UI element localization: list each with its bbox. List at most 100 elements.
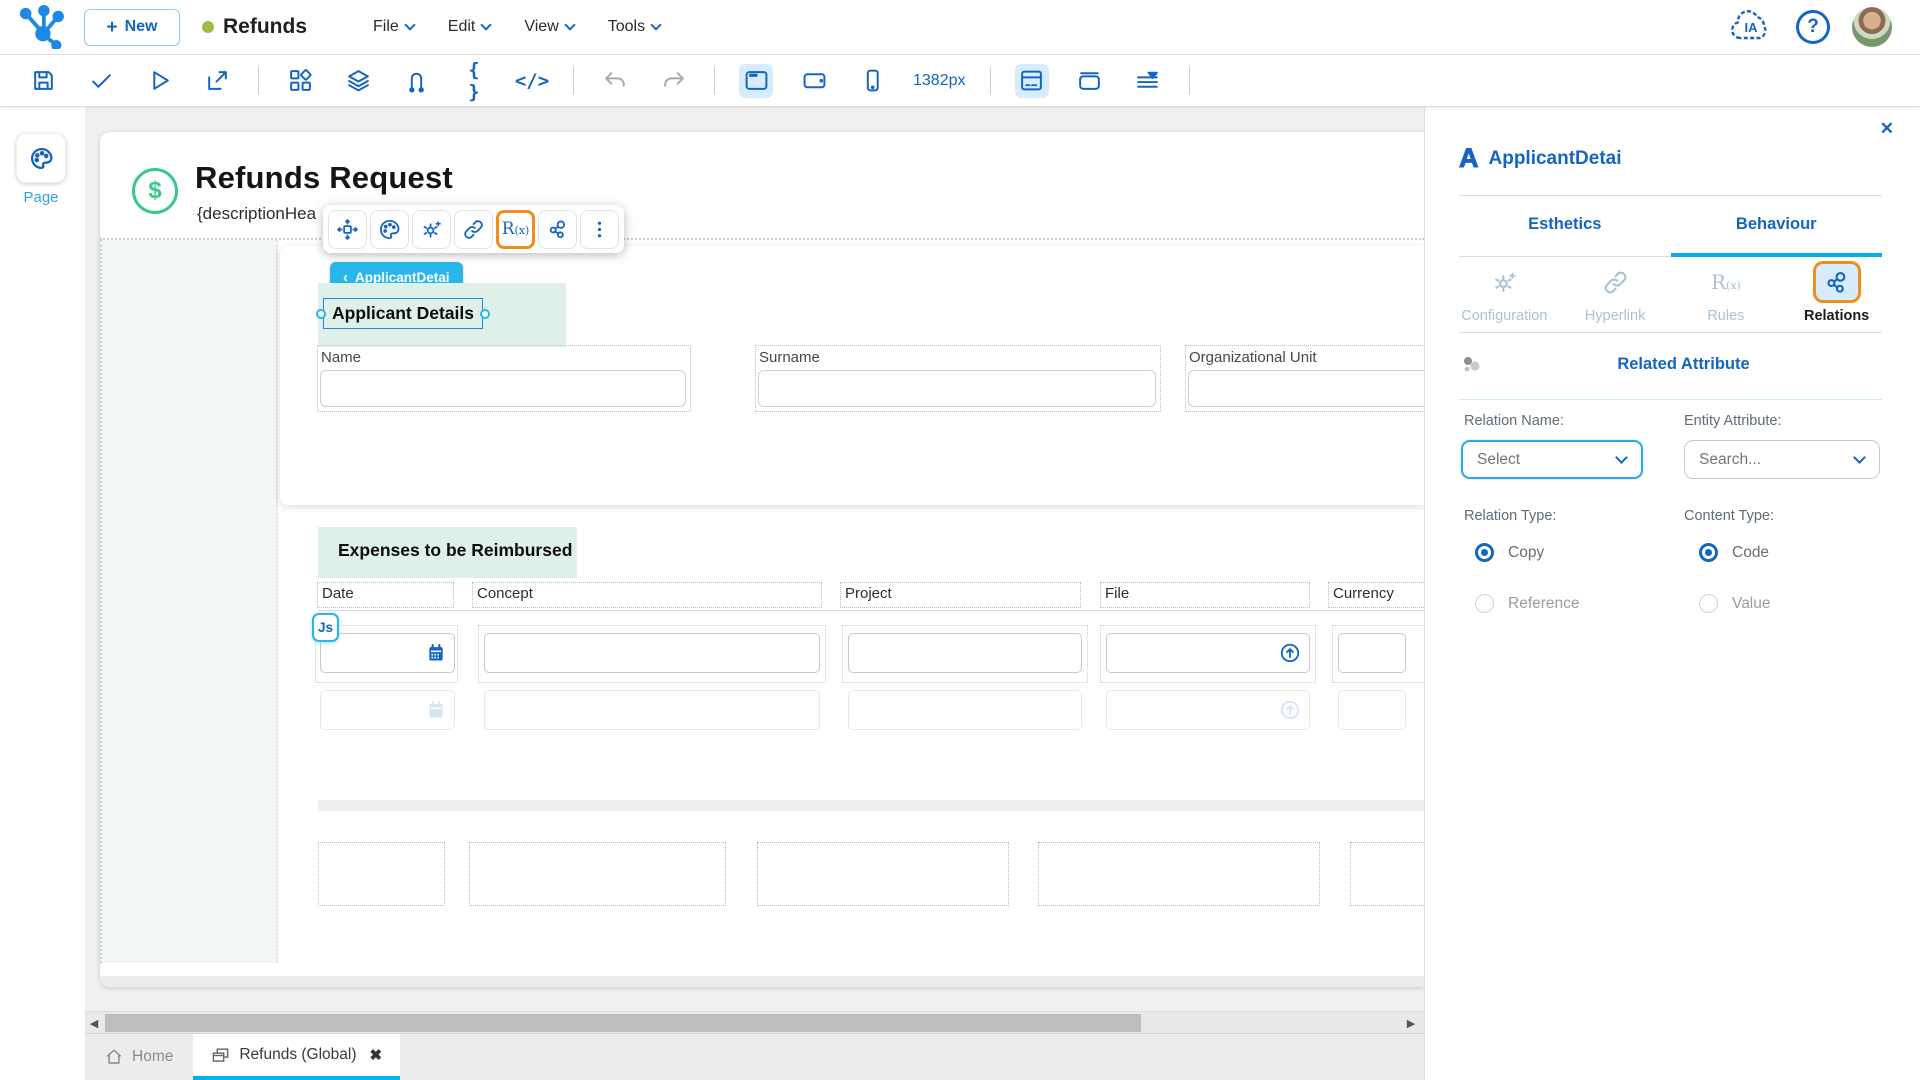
divider	[989, 66, 991, 95]
subtab-hyperlink[interactable]: Hyperlink	[1560, 262, 1671, 324]
rules-button[interactable]: R(x)	[496, 209, 535, 249]
avatar[interactable]	[1852, 7, 1892, 47]
project-input[interactable]	[848, 633, 1082, 673]
scroll-right-arrow[interactable]: ▶	[1402, 1012, 1420, 1034]
brand-logo-icon[interactable]	[18, 5, 64, 49]
palette-icon	[30, 147, 53, 169]
radio-copy[interactable]: Copy	[1475, 543, 1544, 562]
js-script-badge[interactable]: Js	[312, 613, 339, 642]
components-button[interactable]	[283, 64, 317, 98]
form-description[interactable]: {descriptionHea	[197, 204, 316, 224]
move-widget-button[interactable]	[328, 209, 367, 249]
radio-code[interactable]: Code	[1699, 543, 1769, 562]
empty-cell[interactable]	[757, 842, 1009, 906]
ai-assistant-button[interactable]: IA	[1728, 7, 1774, 47]
save-button[interactable]	[26, 64, 60, 98]
close-tab-icon[interactable]: ✖	[370, 1046, 383, 1064]
run-preview-button[interactable]	[142, 64, 176, 98]
form-title[interactable]: Refunds Request	[195, 160, 453, 196]
file-input-ghost[interactable]	[1106, 690, 1310, 730]
braces-button[interactable]: { }	[457, 59, 491, 103]
horizontal-scrollbar[interactable]: ◀ ▶	[85, 1011, 1424, 1033]
layers-icon	[347, 70, 369, 92]
tab-behaviour[interactable]: Behaviour	[1670, 207, 1882, 257]
org-unit-input[interactable]	[1188, 370, 1424, 407]
radio-value[interactable]: Value	[1699, 594, 1771, 613]
divider	[1459, 332, 1882, 333]
left-dropzone[interactable]	[100, 240, 278, 963]
mobile-view-button[interactable]	[855, 64, 889, 98]
configuration-button[interactable]	[412, 209, 451, 249]
relations-active-tile	[1812, 261, 1861, 303]
applicant-section-card[interactable]: ‹ ApplicantDetai Applicant Details Name	[280, 246, 1424, 505]
surname-input[interactable]	[758, 370, 1156, 407]
undo-button[interactable]	[598, 64, 632, 98]
validate-button[interactable]	[84, 64, 118, 98]
flow-button[interactable]	[399, 64, 433, 98]
close-panel-button[interactable]: ✕	[1880, 119, 1894, 139]
date-input-ghost[interactable]	[320, 690, 455, 730]
tab-home[interactable]: Home	[85, 1034, 193, 1080]
upload-icon[interactable]	[1279, 642, 1301, 664]
relations-button[interactable]	[538, 209, 577, 249]
desktop-view-button[interactable]	[739, 63, 773, 98]
design-canvas[interactable]: $ Refunds Request {descriptionHea ‹ Appl…	[85, 107, 1424, 1011]
redo-icon	[663, 72, 684, 87]
card-scrollbar[interactable]	[100, 976, 1424, 987]
scroll-left-arrow[interactable]: ◀	[85, 1012, 103, 1034]
menu-file[interactable]: File	[373, 18, 416, 36]
empty-cell[interactable]	[1350, 842, 1424, 906]
tablet-view-button[interactable]	[797, 64, 831, 98]
file-input[interactable]	[1106, 633, 1310, 673]
currency-input-ghost[interactable]	[1338, 690, 1406, 730]
name-input[interactable]	[320, 370, 686, 407]
empty-cell[interactable]	[1038, 842, 1320, 906]
column-header-concept[interactable]: Concept	[472, 582, 822, 608]
column-header-file[interactable]: File	[1100, 582, 1310, 608]
empty-cell[interactable]	[469, 842, 726, 906]
tab-esthetics[interactable]: Esthetics	[1459, 207, 1671, 257]
page-style-button[interactable]	[16, 133, 66, 183]
divider	[1188, 66, 1190, 95]
radio-selected-icon	[1699, 543, 1718, 562]
date-input[interactable]	[320, 633, 455, 673]
applicant-section-title[interactable]: Applicant Details	[323, 298, 483, 329]
hyperlink-button[interactable]	[454, 209, 493, 249]
relation-name-select[interactable]: Select	[1461, 440, 1643, 479]
redo-button[interactable]	[656, 64, 690, 98]
browser-frame-button[interactable]	[1073, 64, 1107, 98]
currency-input[interactable]	[1338, 633, 1406, 673]
tab-refunds-global[interactable]: Refunds (Global) ✖	[193, 1034, 401, 1080]
more-options-button[interactable]	[580, 209, 619, 249]
empty-cell[interactable]	[318, 842, 445, 906]
new-button[interactable]: + New	[84, 8, 180, 46]
help-button[interactable]: ?	[1796, 10, 1830, 44]
concept-input-ghost[interactable]	[484, 690, 820, 730]
panel-layout-button[interactable]	[1014, 63, 1049, 98]
expenses-section-title[interactable]: Expenses to be Reimbursed	[338, 540, 572, 561]
concept-input[interactable]	[484, 633, 820, 673]
subtab-relations[interactable]: Relations	[1781, 261, 1892, 324]
column-header-project[interactable]: Project	[840, 582, 1081, 608]
menu-edit[interactable]: Edit	[448, 18, 493, 36]
export-button[interactable]	[200, 64, 234, 98]
column-header-date[interactable]: Date	[317, 582, 454, 608]
source-code-button[interactable]: </>	[515, 64, 549, 98]
plus-icon: +	[106, 16, 118, 38]
layers-button[interactable]	[341, 64, 375, 98]
column-header-currency[interactable]: Currency	[1328, 582, 1424, 608]
scroll-thumb[interactable]	[105, 1014, 1141, 1032]
entity-attribute-select[interactable]: Search...	[1684, 440, 1880, 479]
widget-toolbar: R(x)	[323, 205, 624, 253]
esthetics-button[interactable]	[370, 209, 409, 249]
menu-tools[interactable]: Tools	[608, 18, 662, 36]
menu-view[interactable]: View	[524, 18, 576, 36]
radio-reference[interactable]: Reference	[1475, 594, 1580, 613]
subtab-configuration[interactable]: Configuration	[1449, 262, 1560, 324]
calendar-icon[interactable]	[426, 643, 446, 663]
resize-handle-right[interactable]	[480, 309, 490, 319]
project-input-ghost[interactable]	[848, 690, 1082, 730]
subtab-rules[interactable]: R(x) Rules	[1671, 262, 1782, 324]
filter-button[interactable]	[1131, 64, 1165, 98]
resize-handle-left[interactable]	[316, 309, 326, 319]
